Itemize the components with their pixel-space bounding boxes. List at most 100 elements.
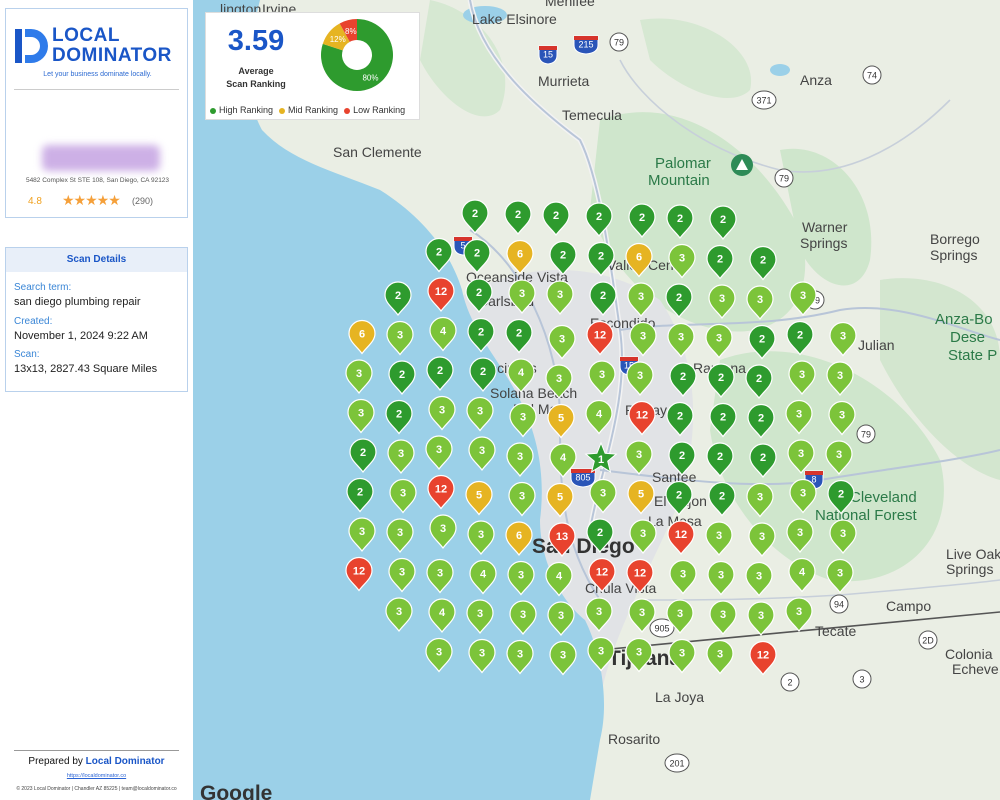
map-label-menifee: Menifee <box>545 0 595 9</box>
pin-rank: 2 <box>717 451 723 463</box>
map-label-san-diego: San Diego <box>532 535 635 558</box>
pin-rank: 3 <box>640 331 646 343</box>
pin-rank: 4 <box>480 569 487 581</box>
pin-rank: 3 <box>840 528 846 540</box>
pin-rank: 12 <box>636 410 648 422</box>
pin-rank: 2 <box>360 447 366 459</box>
pin-rank: 3 <box>518 570 524 582</box>
prepared-by: Prepared by Local Dominator <box>0 756 193 767</box>
pin-rank: 2 <box>720 412 726 424</box>
map-label-anza-borrego-3: State P <box>948 347 997 364</box>
pin-rank: 3 <box>636 647 642 659</box>
pin-rank: 2 <box>759 334 765 346</box>
blurred-business-name <box>42 145 160 171</box>
ranking-donut-chart: 80% 12%8% <box>321 19 393 92</box>
pin-rank: 3 <box>397 527 403 539</box>
pin-rank: 3 <box>757 294 763 306</box>
logo-icon <box>15 29 48 63</box>
average-label: Average Scan Ranking <box>206 65 306 91</box>
pin-rank: 3 <box>680 569 686 581</box>
map-label-temecula: Temecula <box>562 107 622 123</box>
map-label-palomar-2: Mountain <box>648 172 710 189</box>
legend-dot-icon <box>344 107 351 114</box>
pin-rank: 4 <box>799 567 806 579</box>
pin-rank: 2 <box>476 287 482 299</box>
tagline: Let your business dominate locally. <box>43 71 152 78</box>
pin-rank: 3 <box>758 610 764 622</box>
scan-label: Scan: <box>14 349 40 360</box>
map-label-anza-borrego-1: Anza-Bo <box>935 311 993 328</box>
pin-rank: 12 <box>675 529 687 541</box>
pin-rank: 3 <box>399 567 405 579</box>
map-label-warner-1: Warner <box>802 219 848 235</box>
map-view[interactable]: lington Irvine Lake Elsinore Menifee Murriet… <box>193 0 1000 800</box>
pin-rank: 3 <box>836 449 842 461</box>
pin-rank: 3 <box>477 406 483 418</box>
review-count: (290) <box>132 196 154 206</box>
pin-rank: 3 <box>358 408 364 420</box>
svg-text:371: 371 <box>756 96 771 106</box>
pin-rank: 3 <box>600 488 606 500</box>
pin-rank: 5 <box>557 492 563 504</box>
map-label-colonia-1: Colonia <box>945 646 993 662</box>
pin-rank: 3 <box>477 608 483 620</box>
route-shield-icon: 79 <box>774 168 794 188</box>
pin-rank: 2 <box>677 213 683 225</box>
pin-rank: 3 <box>398 448 404 460</box>
pin-rank: 2 <box>600 290 606 302</box>
pin-rank: 3 <box>560 650 566 662</box>
map-label-google: Google <box>200 782 272 800</box>
map-label-borrego-1: Borrego <box>930 231 980 247</box>
map-label-murrieta: Murrieta <box>538 73 590 89</box>
footer-divider <box>14 750 179 751</box>
star-rating-icon: ★★★★★ <box>62 192 121 208</box>
ranking-legend: High Ranking Mid Ranking Low Ranking <box>210 105 411 115</box>
map-label-rosarito: Rosarito <box>608 731 660 747</box>
map-label-live-oak-1: Live Oak <box>946 546 1000 562</box>
pin-rank: 2 <box>680 371 686 383</box>
pin-rank: 6 <box>517 249 523 261</box>
pin-rank: 3 <box>557 289 563 301</box>
pin-rank: 2 <box>478 327 484 339</box>
pin-rank: 2 <box>676 490 682 502</box>
pin-rank: 12 <box>757 650 769 662</box>
svg-text:201: 201 <box>669 759 684 769</box>
pin-rank: 3 <box>559 334 565 346</box>
pin-rank: 2 <box>717 254 723 266</box>
pin-rank: 6 <box>516 530 522 542</box>
legend-label: Low Ranking <box>353 105 406 115</box>
pin-rank: 3 <box>720 609 726 621</box>
pin-rank: 3 <box>677 608 683 620</box>
map-label-playas: La Joya <box>655 689 704 705</box>
pin-rank: 2 <box>474 248 480 260</box>
website-link[interactable]: https://localdominator.co <box>0 773 193 779</box>
logo-text-line1: LOCAL <box>52 25 120 46</box>
route-shield-icon: 2D <box>918 630 938 650</box>
route-shield-icon: 79 <box>609 32 629 52</box>
pin-rank: 3 <box>837 568 843 580</box>
pin-rank: 2 <box>676 292 682 304</box>
map-label-live-oak-2: Springs <box>946 561 993 577</box>
pin-rank: 4 <box>440 326 447 338</box>
pin-rank: 3 <box>796 606 802 618</box>
pin-rank: 3 <box>558 610 564 622</box>
pin-rank: 4 <box>560 452 567 464</box>
center-rank: 1 <box>598 454 604 466</box>
pin-rank: 2 <box>560 250 566 262</box>
pin-rank: 2 <box>357 487 363 499</box>
pin-rank: 3 <box>800 488 806 500</box>
pin-rank: 3 <box>716 333 722 345</box>
pin-rank: 3 <box>598 646 604 658</box>
pin-rank: 3 <box>840 331 846 343</box>
route-shield-icon: 3 <box>852 669 872 689</box>
pin-rank: 3 <box>517 451 523 463</box>
map-label-cleveland-2: National Forest <box>815 507 918 524</box>
pin-rank: 13 <box>556 531 568 543</box>
pin-rank: 3 <box>637 370 643 382</box>
search-term-value: san diego plumbing repair <box>14 296 141 308</box>
pin-rank: 2 <box>719 491 725 503</box>
map-label-cleveland-1: Cleveland <box>850 489 917 506</box>
pin-rank: 12 <box>435 484 447 496</box>
pin-rank: 2 <box>679 450 685 462</box>
pin-rank: 3 <box>400 488 406 500</box>
